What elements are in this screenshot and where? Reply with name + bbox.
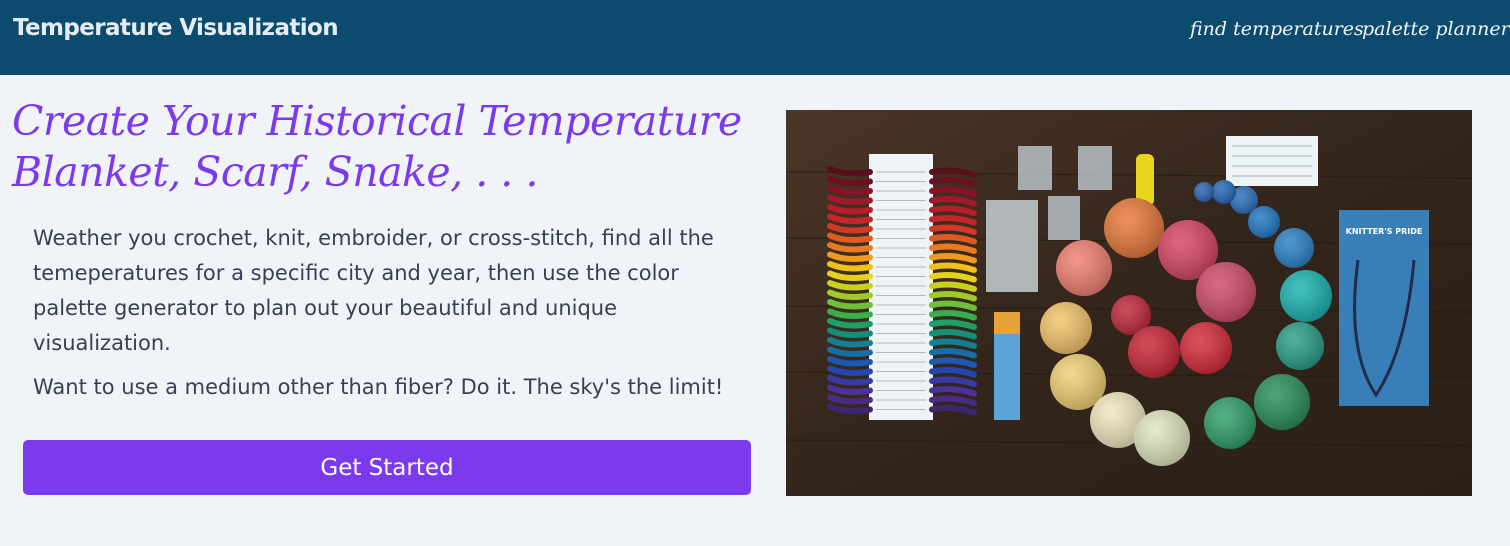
yellow-loom bbox=[1136, 154, 1154, 206]
brand-link[interactable]: Temperature Visualization bbox=[13, 15, 339, 41]
yarn-photo-image: KNITTER'S PRIDE bbox=[786, 110, 1472, 496]
bead-bag bbox=[1018, 146, 1052, 190]
info-card bbox=[1226, 136, 1318, 186]
color-card bbox=[869, 154, 933, 420]
navbar: Temperature Visualization find temperatu… bbox=[0, 0, 1510, 75]
get-started-button[interactable]: Get Started bbox=[23, 440, 751, 495]
needles-brand-label: KNITTER'S PRIDE bbox=[1346, 227, 1423, 236]
page-title: Create Your Historical Temperature Blank… bbox=[12, 97, 742, 196]
knitting-needles-pack bbox=[1339, 210, 1429, 406]
bead-bag bbox=[1078, 146, 1112, 190]
nav-link-find-temperatures[interactable]: find temperatures bbox=[1190, 18, 1364, 40]
tagline-paragraph: Want to use a medium other than fiber? D… bbox=[33, 375, 724, 399]
intro-paragraph: Weather you crochet, knit, embroider, or… bbox=[33, 226, 714, 355]
bead-bag bbox=[1048, 196, 1080, 240]
bead-bag bbox=[986, 200, 1038, 292]
nav-link-palette-planner[interactable]: palette planner bbox=[1362, 18, 1510, 40]
yarn-photo: KNITTER'S PRIDE bbox=[786, 110, 1472, 496]
